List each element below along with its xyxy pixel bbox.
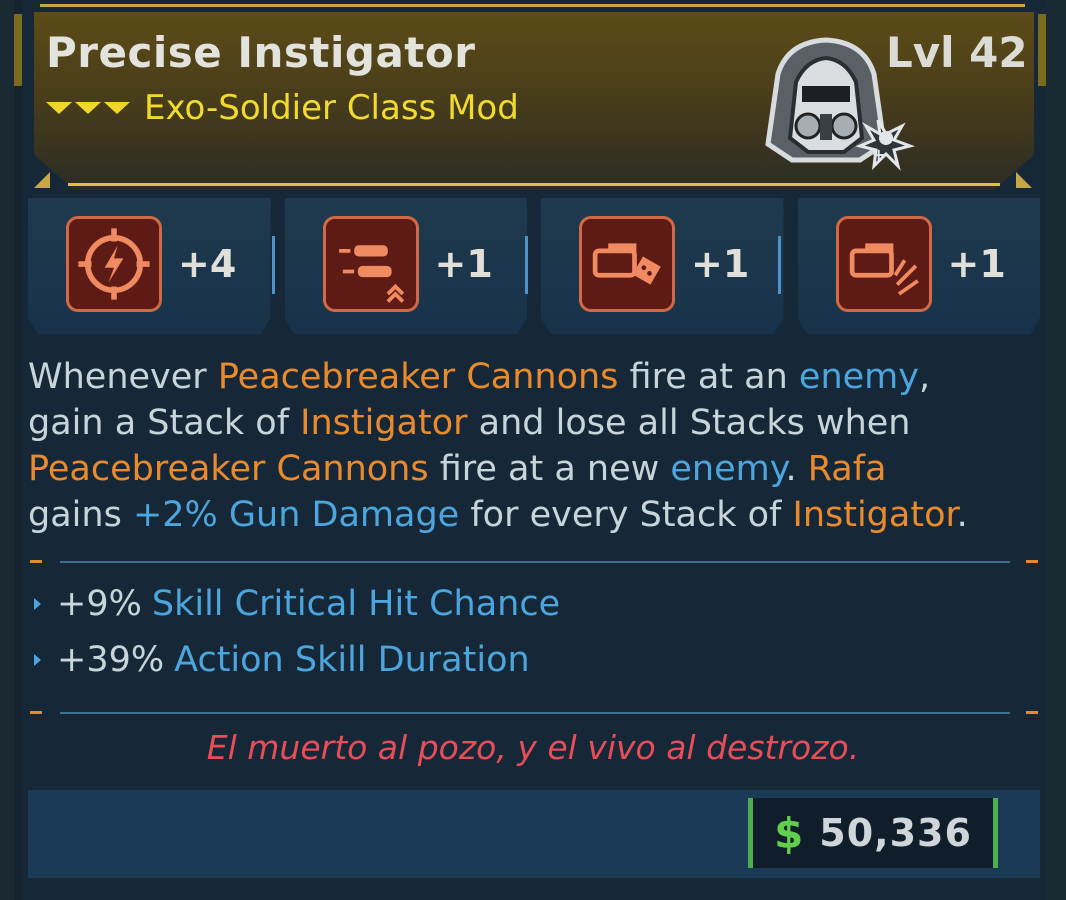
chevron-rarity-icon — [46, 102, 130, 114]
item-name: Precise Instigator — [46, 28, 476, 77]
top-border-line — [40, 4, 1025, 7]
item-card-frame: Precise Instigator Exo-Soldier Class Mod… — [0, 0, 1066, 900]
divider-dash-right — [1026, 711, 1038, 714]
flavor-text: El muerto al pozo, y el vivo al destrozo… — [206, 728, 860, 767]
svg-text:+: + — [872, 145, 885, 164]
description-line: Whenever Peacebreaker Cannons fire at an… — [28, 357, 931, 397]
price-box: $ 50,336 — [748, 798, 998, 868]
bullets-upgrade-icon — [322, 216, 419, 312]
stat-line: +39% Action Skill Duration — [34, 640, 530, 680]
perk-separator — [272, 236, 275, 294]
section-divider — [60, 561, 1010, 563]
perk-slot[interactable]: +4 — [28, 198, 271, 334]
perk-value: +4 — [178, 242, 237, 286]
exo-soldier-helmet-icon: + — [765, 37, 916, 171]
perk-slot[interactable]: +1 — [284, 198, 527, 334]
description-line: Peacebreaker Cannons fire at a new enemy… — [28, 449, 887, 489]
perk-value: +1 — [691, 242, 750, 286]
perk-slot[interactable]: +1 — [541, 198, 784, 334]
header-underline — [68, 183, 1000, 186]
divider-dash-left — [30, 560, 42, 563]
frame-notch-left — [14, 14, 22, 86]
item-type-row: Exo-Soldier Class Mod — [46, 88, 519, 128]
item-type: Exo-Soldier Class Mod — [144, 88, 519, 128]
description-line: gain a Stack of Instigator and lose all … — [28, 403, 911, 443]
perk-value: +1 — [434, 242, 493, 286]
price-amount: 50,336 — [819, 811, 972, 855]
header-corner-right — [1016, 172, 1032, 188]
section-divider — [60, 712, 1010, 714]
bullet-triangle-icon — [34, 598, 41, 610]
header-corner-left — [34, 172, 50, 188]
divider-dash-left — [30, 711, 42, 714]
bullet-triangle-icon — [34, 654, 41, 666]
currency-icon: $ — [774, 808, 804, 858]
item-description: Whenever Peacebreaker Cannons fire at an… — [28, 354, 1018, 538]
stat-line: +9% Skill Critical Hit Chance — [34, 584, 560, 624]
cannon-spark-icon — [835, 216, 932, 312]
lightning-crosshair-icon — [66, 216, 162, 312]
cannon-dice-icon — [579, 216, 675, 312]
perk-value: +1 — [947, 242, 1006, 286]
frame-notch-right — [1038, 14, 1046, 86]
perk-slot[interactable]: +1 — [797, 198, 1040, 334]
divider-dash-right — [1026, 560, 1038, 563]
perk-separator — [778, 236, 781, 294]
perk-separator — [525, 236, 528, 294]
description-line: gains +2% Gun Damage for every Stack of … — [28, 495, 968, 535]
perk-row: +4 +1 +1 +1 — [28, 198, 1040, 334]
